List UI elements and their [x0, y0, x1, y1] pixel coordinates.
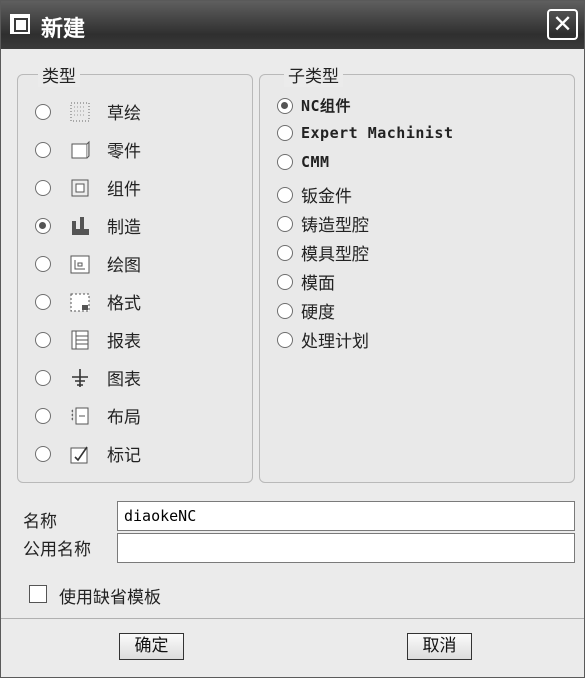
type-option-label: 零件 — [107, 142, 141, 162]
subtype-option-label: 模具型腔 — [301, 245, 369, 265]
subtype-option-3[interactable]: CMM — [277, 153, 330, 171]
common-name-label: 公用名称 — [23, 540, 91, 560]
dialog-title: 新建 — [41, 17, 86, 42]
subtype-group-legend: 子类型 — [284, 62, 343, 87]
name-input-field[interactable] — [124, 502, 574, 530]
subtype-option-label: 硬度 — [301, 303, 335, 323]
subtype-radio[interactable] — [277, 331, 293, 348]
type-radio[interactable] — [35, 103, 51, 120]
part-icon — [69, 139, 91, 161]
type-option-label: 报表 — [107, 332, 141, 352]
markup-icon — [69, 443, 91, 465]
type-radio[interactable] — [35, 369, 51, 386]
subtype-option-label: 处理计划 — [301, 332, 369, 352]
type-option-label: 布局 — [107, 408, 141, 428]
subtype-option-label: NC组件 — [301, 97, 352, 115]
subtype-radio[interactable] — [277, 125, 293, 141]
type-option-10[interactable]: 标记 — [35, 441, 141, 466]
subtype-option-4[interactable]: 钣金件 — [277, 182, 352, 207]
common-name-input-field[interactable] — [124, 534, 574, 562]
type-radio[interactable] — [35, 445, 51, 462]
subtype-option-5[interactable]: 铸造型腔 — [277, 211, 369, 236]
type-radio[interactable] — [35, 407, 51, 424]
use-default-template-label: 使用缺省模板 — [59, 588, 161, 608]
name-input[interactable] — [117, 501, 575, 531]
manufacturing-icon — [69, 215, 91, 237]
type-option-label: 图表 — [107, 370, 141, 390]
type-option-4[interactable]: 制造 — [35, 213, 141, 238]
report-icon — [69, 329, 91, 351]
type-option-label: 格式 — [107, 294, 141, 314]
type-option-3[interactable]: 组件 — [35, 175, 141, 200]
subtype-option-9[interactable]: 处理计划 — [277, 327, 369, 352]
type-option-label: 组件 — [107, 180, 141, 200]
type-radio[interactable] — [35, 293, 51, 310]
subtype-option-label: Expert Machinist — [301, 124, 454, 142]
subtype-radio[interactable] — [277, 244, 293, 261]
sketch-icon — [69, 101, 91, 123]
cancel-button[interactable]: 取消 — [407, 633, 472, 660]
subtype-option-label: 钣金件 — [301, 187, 352, 207]
type-option-1[interactable]: 草绘 — [35, 99, 141, 124]
subtype-radio[interactable] — [277, 273, 293, 290]
new-file-dialog: 新建 ✕ 类型 草绘零件组件制造绘图格式报表图表布局标记 子类型 NC组件 Exp… — [0, 0, 585, 678]
format-icon — [69, 291, 91, 313]
name-label: 名称 — [23, 512, 57, 532]
type-radio[interactable] — [35, 217, 51, 234]
subtype-radio[interactable] — [277, 215, 293, 232]
subtype-option-label: CMM — [301, 153, 330, 171]
button-separator — [1, 618, 584, 619]
type-radio[interactable] — [35, 179, 51, 196]
layout-icon — [69, 405, 91, 427]
type-option-9[interactable]: 布局 — [35, 403, 141, 428]
use-default-template-checkbox[interactable] — [29, 585, 47, 603]
subtype-option-label: 模面 — [301, 274, 335, 294]
type-radio[interactable] — [35, 331, 51, 348]
subtype-option-6[interactable]: 模具型腔 — [277, 240, 369, 265]
app-window-icon — [10, 14, 30, 34]
type-group-legend: 类型 — [38, 62, 80, 87]
drawing-icon — [69, 253, 91, 275]
type-option-label: 制造 — [107, 218, 141, 238]
subtype-option-8[interactable]: 硬度 — [277, 298, 335, 323]
close-button[interactable]: ✕ — [547, 9, 578, 40]
title-bar[interactable]: 新建 ✕ — [1, 1, 584, 49]
subtype-option-7[interactable]: 模面 — [277, 269, 335, 294]
subtype-radio[interactable] — [277, 302, 293, 319]
subtype-option-1[interactable]: NC组件 — [277, 95, 351, 116]
type-option-label: 标记 — [107, 446, 141, 466]
type-radio[interactable] — [35, 141, 51, 158]
type-option-label: 草绘 — [107, 104, 141, 124]
type-option-2[interactable]: 零件 — [35, 137, 141, 162]
subtype-option-label: 铸造型腔 — [301, 216, 369, 236]
type-option-8[interactable]: 图表 — [35, 365, 141, 390]
type-option-6[interactable]: 格式 — [35, 289, 141, 314]
assembly-icon — [69, 177, 91, 199]
subtype-option-2[interactable]: Expert Machinist — [277, 124, 454, 142]
type-option-5[interactable]: 绘图 — [35, 251, 141, 276]
type-radio[interactable] — [35, 255, 51, 272]
ok-button[interactable]: 确定 — [119, 633, 184, 660]
subtype-radio[interactable] — [277, 97, 293, 114]
diagram-icon — [69, 367, 91, 389]
subtype-radio[interactable] — [277, 154, 293, 170]
type-option-label: 绘图 — [107, 256, 141, 276]
type-option-7[interactable]: 报表 — [35, 327, 141, 352]
subtype-radio[interactable] — [277, 186, 293, 203]
common-name-input[interactable] — [117, 533, 575, 563]
